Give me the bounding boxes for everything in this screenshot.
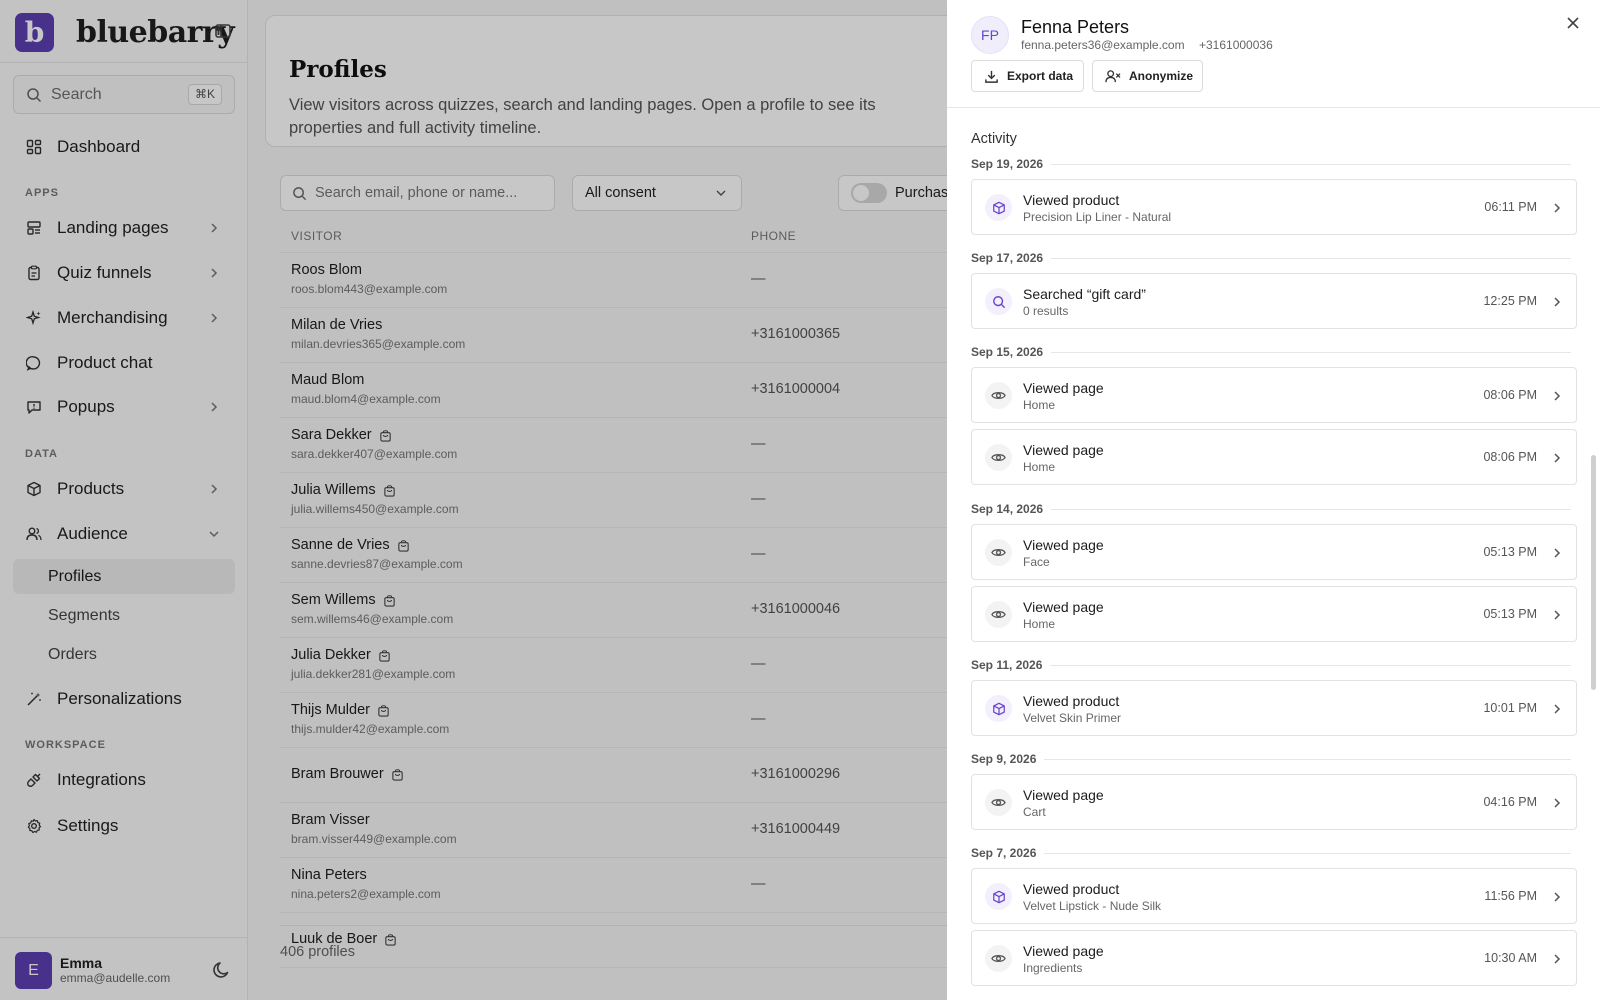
eye-icon — [985, 945, 1012, 972]
activity-item[interactable]: Viewed page Home 05:13 PM — [971, 586, 1577, 642]
modal-backdrop[interactable] — [0, 0, 947, 1000]
activity-date-header: Sep 11, 2026 — [971, 658, 1571, 672]
package-icon — [985, 695, 1012, 722]
chevron-right-icon — [1554, 203, 1561, 213]
divider — [1051, 163, 1571, 165]
activity-detail: Home — [1023, 617, 1056, 631]
activity-time: 06:11 PM — [1484, 200, 1537, 214]
divider — [1051, 351, 1571, 353]
eye-icon — [985, 789, 1012, 816]
activity-date: Sep 7, 2026 — [971, 846, 1037, 860]
activity-date-header: Sep 14, 2026 — [971, 502, 1571, 516]
button-label: Export data — [1007, 69, 1074, 83]
chevron-right-icon — [1554, 892, 1561, 902]
activity-date-header: Sep 17, 2026 — [971, 251, 1571, 265]
activity-title: Viewed product — [1023, 192, 1120, 208]
activity-item[interactable]: Viewed page Cart 04:16 PM — [971, 774, 1577, 830]
activity-heading: Activity — [971, 131, 1017, 147]
eye-icon — [985, 539, 1012, 566]
activity-time: 05:13 PM — [1483, 607, 1537, 621]
activity-detail: Velvet Lipstick - Nude Silk — [1023, 899, 1162, 913]
activity-detail: Ingredients — [1023, 961, 1083, 975]
chevron-right-icon — [1554, 954, 1561, 964]
activity-detail: Home — [1023, 460, 1056, 474]
activity-item[interactable]: Viewed product Velvet Skin Primer 10:01 PM — [971, 680, 1577, 736]
divider — [1051, 257, 1571, 259]
divider — [947, 107, 1600, 108]
activity-date: Sep 17, 2026 — [971, 251, 1044, 265]
activity-date: Sep 9, 2026 — [971, 752, 1037, 766]
activity-title: Viewed page — [1023, 943, 1104, 959]
activity-date-header: Sep 15, 2026 — [971, 345, 1571, 359]
activity-detail: Face — [1023, 555, 1050, 569]
activity-time: 11:56 PM — [1484, 889, 1537, 903]
export-data-button[interactable]: Export data — [971, 60, 1084, 92]
profile-phone: +3161000036 — [1199, 38, 1273, 52]
activity-time: 12:25 PM — [1483, 294, 1537, 308]
activity-time: 08:06 PM — [1483, 450, 1537, 464]
scrollbar[interactable] — [1591, 455, 1596, 690]
activity-item[interactable]: Viewed page Face 05:13 PM — [971, 524, 1577, 580]
chevron-right-icon — [1554, 548, 1561, 558]
activity-time: 04:16 PM — [1483, 795, 1537, 809]
activity-date-header: Sep 9, 2026 — [971, 752, 1571, 766]
activity-date-header: Sep 7, 2026 — [971, 846, 1571, 860]
activity-time: 08:06 PM — [1483, 388, 1537, 402]
package-icon — [985, 194, 1012, 221]
chevron-right-icon — [1554, 297, 1561, 307]
activity-title: Viewed product — [1023, 693, 1120, 709]
divider — [1051, 508, 1571, 510]
activity-title: Viewed page — [1023, 380, 1104, 396]
activity-item[interactable]: Viewed page Ingredients 10:30 AM — [971, 930, 1577, 986]
chevron-right-icon — [1554, 453, 1561, 463]
activity-detail: Precision Lip Liner - Natural — [1023, 210, 1172, 224]
chevron-right-icon — [1554, 391, 1561, 401]
chevron-right-icon — [1554, 798, 1561, 808]
activity-date: Sep 14, 2026 — [971, 502, 1044, 516]
activity-title: Viewed page — [1023, 442, 1104, 458]
activity-date: Sep 15, 2026 — [971, 345, 1044, 359]
divider — [1044, 758, 1571, 760]
activity-time: 10:01 PM — [1483, 701, 1537, 715]
user-x-icon — [1105, 69, 1121, 82]
chevron-right-icon — [1554, 610, 1561, 620]
activity-date: Sep 19, 2026 — [971, 157, 1044, 171]
avatar: FP — [971, 16, 1009, 54]
activity-item[interactable]: Viewed page Home 08:06 PM — [971, 429, 1577, 485]
profile-name: Fenna Peters — [1021, 17, 1130, 37]
search-icon — [985, 288, 1012, 315]
divider — [1050, 664, 1571, 666]
activity-item[interactable]: Viewed product Precision Lip Liner - Natu… — [971, 179, 1577, 235]
activity-date-header: Sep 19, 2026 — [971, 157, 1571, 171]
button-label: Anonymize — [1129, 69, 1194, 83]
anonymize-button[interactable]: Anonymize — [1092, 60, 1203, 92]
activity-item[interactable]: Searched “gift card” 0 results 12:25 PM — [971, 273, 1577, 329]
package-icon — [985, 883, 1012, 910]
activity-item[interactable]: Viewed product Velvet Lipstick - Nude Sil… — [971, 868, 1577, 924]
download-icon — [985, 70, 998, 83]
profile-email: fenna.peters36@example.com — [1021, 38, 1185, 52]
eye-icon — [985, 444, 1012, 471]
activity-detail: Cart — [1023, 805, 1046, 819]
activity-title: Viewed product — [1023, 881, 1120, 897]
activity-title: Viewed page — [1023, 599, 1104, 615]
activity-title: Viewed page — [1023, 787, 1104, 803]
chevron-right-icon — [1554, 704, 1561, 714]
profile-drawer: FP Fenna Peters fenna.peters36@example.c… — [947, 0, 1600, 1000]
divider — [1044, 852, 1571, 854]
eye-icon — [985, 601, 1012, 628]
activity-detail: Velvet Skin Primer — [1023, 711, 1122, 725]
activity-title: Searched “gift card” — [1023, 286, 1146, 302]
activity-date: Sep 11, 2026 — [971, 658, 1043, 672]
activity-time: 05:13 PM — [1483, 545, 1537, 559]
activity-detail: 0 results — [1023, 304, 1069, 318]
eye-icon — [985, 382, 1012, 409]
activity-detail: Home — [1023, 398, 1056, 412]
activity-time: 10:30 AM — [1484, 951, 1537, 965]
close-icon[interactable] — [1566, 16, 1580, 30]
activity-item[interactable]: Viewed page Home 08:06 PM — [971, 367, 1577, 423]
activity-title: Viewed page — [1023, 537, 1104, 553]
